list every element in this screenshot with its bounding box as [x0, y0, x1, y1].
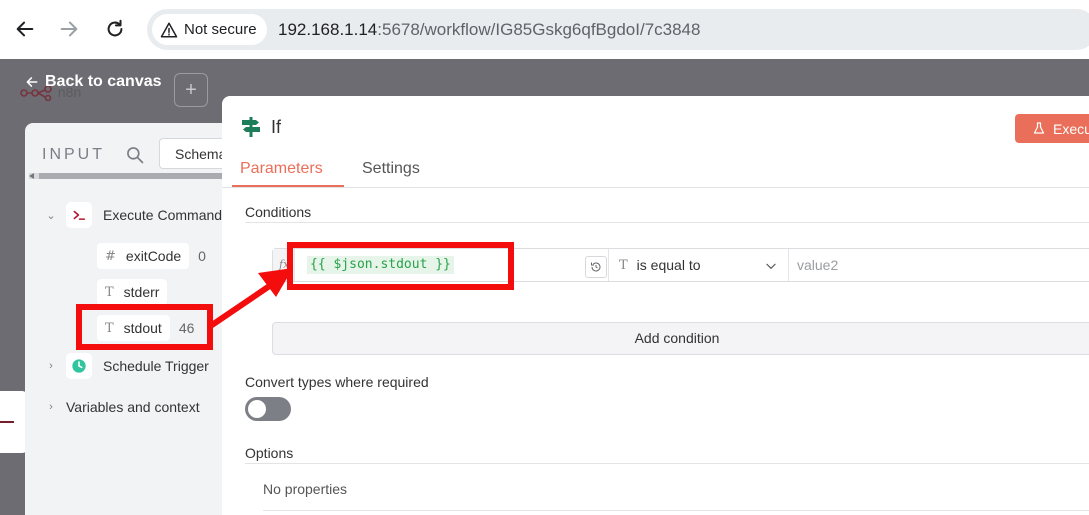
options-divider — [263, 510, 1089, 511]
node-title: If — [241, 116, 281, 138]
tree-node-label: Schedule Trigger — [103, 358, 209, 374]
tree-node-execute-command[interactable]: ⌄ Execute Command — [44, 202, 222, 228]
scrollbar-thumb[interactable] — [39, 173, 229, 179]
field-name: exitCode — [125, 248, 182, 264]
chevron-down-icon[interactable] — [764, 259, 778, 273]
back-to-canvas-link[interactable]: Back to canvas — [25, 73, 162, 91]
input-panel-title: INPUT — [42, 146, 105, 163]
section-divider — [245, 222, 1089, 223]
clock-icon — [66, 353, 92, 379]
back-arrow-icon[interactable] — [8, 12, 42, 46]
tree-node-label: Variables and context — [66, 399, 200, 415]
convert-types-label: Convert types where required — [245, 374, 429, 390]
field-stderr[interactable]: Tstderr — [97, 279, 168, 305]
chevron-down-icon[interactable]: ⌄ — [44, 209, 58, 222]
canvas-node-stub — [0, 391, 28, 453]
tab-settings[interactable]: Settings — [362, 160, 420, 178]
search-icon[interactable] — [125, 145, 145, 165]
not-secure-chip[interactable]: Not secure — [152, 14, 267, 45]
options-label: Options — [245, 445, 294, 461]
back-to-canvas-label: Back to canvas — [45, 73, 162, 90]
signpost-icon — [242, 117, 260, 137]
not-secure-label: Not secure — [184, 21, 257, 38]
browser-toolbar: Not secure 192.168.1.14:5678/workflow/IG… — [0, 0, 1089, 59]
section-divider — [245, 463, 1089, 464]
add-node-button[interactable]: + — [174, 73, 208, 107]
url-host: 192.168.1.14 — [278, 20, 378, 39]
annotation-box-expression — [287, 242, 514, 290]
address-bar[interactable]: Not secure 192.168.1.14:5678/workflow/IG… — [147, 9, 1089, 50]
expression-editor-icon[interactable] — [585, 256, 607, 278]
forward-arrow-icon[interactable] — [52, 12, 86, 46]
horizontal-scrollbar[interactable] — [29, 173, 229, 179]
conditions-label: Conditions — [245, 204, 312, 220]
number-type-icon: # — [105, 248, 116, 264]
value2-input[interactable]: value2 — [788, 249, 1089, 281]
url-path: :5678/workflow/IG85Gskg6qfBgdoI/7c3848 — [377, 20, 701, 39]
terminal-icon — [66, 202, 92, 228]
string-type-icon: T — [619, 257, 628, 273]
operator-value: is equal to — [636, 257, 701, 273]
field-exitcode[interactable]: # exitCode 0 — [97, 243, 206, 269]
add-condition-button[interactable]: Add condition — [272, 322, 1089, 355]
plus-icon: + — [185, 78, 197, 101]
tab-parameters[interactable]: Parameters — [240, 160, 323, 178]
string-type-icon: T — [105, 284, 114, 300]
field-pill[interactable]: Tstderr — [97, 279, 168, 305]
annotation-box-stdout — [76, 304, 213, 350]
flask-icon — [1033, 122, 1045, 134]
tree-node-variables[interactable]: › Variables and context — [44, 399, 200, 415]
screenshot-root: Not secure 192.168.1.14:5678/workflow/IG… — [0, 0, 1089, 515]
tree-node-label: Execute Command — [103, 207, 223, 223]
tree-node-schedule-trigger[interactable]: › Schedule Trigger — [44, 353, 209, 379]
toggle-knob — [248, 400, 266, 418]
chevron-right-icon[interactable]: › — [44, 401, 58, 413]
scroll-left-icon[interactable] — [29, 173, 34, 179]
convert-types-toggle[interactable] — [245, 397, 291, 421]
arrow-left-icon — [26, 77, 38, 87]
chevron-right-icon[interactable]: › — [44, 360, 58, 372]
no-properties-text: No properties — [263, 481, 348, 497]
stub-bar — [0, 421, 14, 423]
node-settings-panel: If Execu Parameters Settings Conditions … — [222, 96, 1089, 515]
warning-icon — [160, 22, 178, 37]
reload-icon[interactable] — [98, 12, 132, 46]
execute-node-button[interactable]: Execu — [1015, 114, 1089, 143]
field-name: stderr — [123, 284, 160, 300]
operator-select[interactable]: T is equal to — [608, 249, 788, 281]
field-value: 0 — [198, 248, 206, 264]
url-text[interactable]: 192.168.1.14:5678/workflow/IG85Gskg6qfBg… — [278, 20, 700, 40]
node-title-label: If — [271, 116, 282, 137]
execute-node-label: Execu — [1053, 120, 1089, 137]
tab-divider — [222, 187, 1089, 188]
field-pill[interactable]: # exitCode — [97, 243, 190, 269]
